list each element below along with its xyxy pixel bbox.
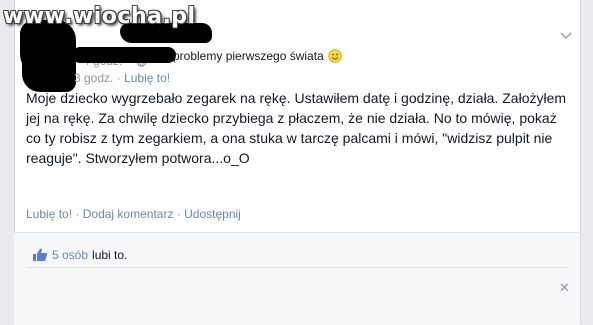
action-sep-2: · (176, 207, 181, 221)
comment-body: problemy pierwszego świata (173, 49, 324, 63)
commenter-name-redacted[interactable] (72, 47, 176, 63)
action-sep-1: · (75, 207, 80, 221)
comment-text: problemy pierwszego świata (173, 49, 342, 63)
likes-suffix: lubi to. (92, 248, 128, 262)
comment-time[interactable]: 3 godz. (74, 71, 113, 85)
share-link[interactable]: Udostępnij (184, 207, 241, 221)
close-icon[interactable]: ✕ (559, 280, 570, 296)
likes-count-link[interactable]: 5 osób (52, 248, 88, 262)
feedback-section: 5 osób lubi to. ✕ (14, 232, 579, 325)
commenter-avatar-redacted[interactable] (22, 42, 76, 92)
thumbs-up-icon (33, 248, 47, 261)
chevron-down-icon[interactable] (558, 27, 574, 43)
comment-meta: 3 godz. · Lubię to! (74, 71, 170, 85)
divider (26, 267, 567, 268)
comment-sep: · (116, 71, 121, 85)
site-watermark: www.wiocha.pl (3, 4, 196, 29)
post-actions: Lubię to! · Dodaj komentarz · Udostępnij (26, 207, 241, 221)
smiley-icon (328, 49, 342, 63)
comment-link[interactable]: Dodaj komentarz (83, 207, 174, 221)
post-body-text: Moje dziecko wygrzebało zegarek na rękę.… (26, 90, 567, 166)
likes-summary: 5 osób lubi to. (32, 247, 127, 263)
comment-like-link[interactable]: Lubię to! (124, 71, 170, 85)
like-link[interactable]: Lubię to! (26, 207, 72, 221)
